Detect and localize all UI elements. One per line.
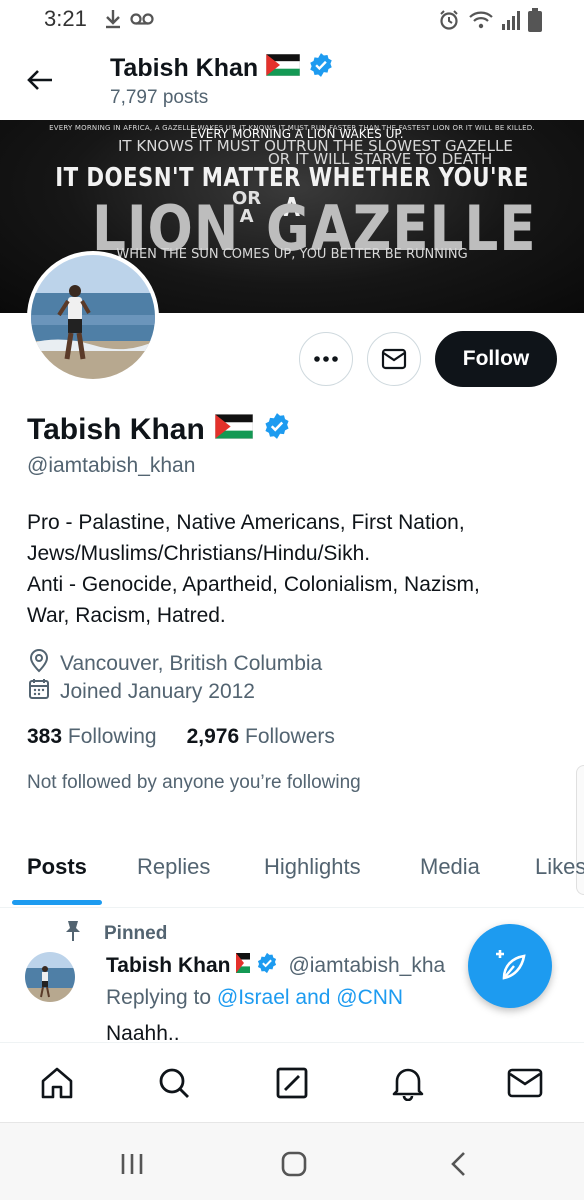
signal-icon (502, 10, 520, 35)
download-icon (104, 8, 122, 35)
profile-avatar[interactable] (27, 251, 159, 383)
header-name: Tabish Khan (110, 54, 259, 82)
following-label: Following (67, 725, 157, 748)
bio-line: War, Racism, Hatred. (27, 604, 226, 627)
profile-joined: Joined January 2012 (28, 678, 255, 706)
verified-icon (308, 52, 334, 85)
header-title: Tabish Khan (110, 52, 334, 85)
profile-display-name: Tabish Khan (27, 413, 205, 446)
banner-word-or-a: OR A (232, 190, 261, 226)
profile-bio: Pro - Palastine, Native Americans, First… (27, 507, 567, 631)
nav-home-button[interactable] (37, 1063, 77, 1103)
tab-media[interactable]: Media (420, 854, 480, 880)
pin-icon (64, 920, 82, 948)
back-system-icon (451, 1152, 465, 1176)
grok-icon (276, 1067, 308, 1099)
compose-feather-icon (496, 950, 526, 980)
bio-line: Pro - Palastine, Native Americans, First… (27, 511, 465, 534)
more-options-button[interactable] (299, 332, 353, 386)
location-text: Vancouver, British Columbia (60, 652, 323, 675)
profile-stats: 383 Following 2,976 Followers (27, 725, 335, 749)
palestine-flag-icon (214, 413, 254, 447)
tab-likes[interactable]: Likes (535, 854, 584, 880)
wifi-icon (468, 9, 494, 36)
envelope-icon (381, 348, 407, 370)
tab-posts[interactable]: Posts (27, 854, 87, 880)
following-link[interactable]: 383 Following (27, 725, 157, 749)
message-button[interactable] (367, 332, 421, 386)
home-icon (41, 1067, 73, 1099)
bio-line: Jews/Muslims/Christians/Hindu/Sikh. (27, 542, 371, 565)
pinned-indicator: Pinned (64, 920, 167, 948)
reply-context: Replying to @Israel and @CNN (106, 986, 403, 1010)
follow-button[interactable]: Follow (435, 331, 557, 387)
joined-text: Joined January 2012 (60, 680, 255, 703)
following-count: 383 (27, 725, 63, 748)
profile-name: Tabish Khan (27, 412, 291, 448)
header-posts-count: 7,797 posts (110, 87, 209, 108)
recent-apps-button[interactable] (117, 1149, 147, 1179)
pinned-label: Pinned (104, 923, 168, 944)
back-button[interactable] (24, 64, 56, 96)
alarm-icon (438, 9, 460, 36)
recent-apps-icon (121, 1154, 143, 1174)
calendar-icon (28, 678, 50, 706)
reply-prefix: Replying to (106, 986, 212, 1009)
followers-label: Followers (245, 725, 335, 748)
status-bar: 3:21 (0, 0, 584, 40)
tab-replies[interactable]: Replies (137, 854, 210, 880)
banner-word-a: A (239, 206, 254, 227)
followers-link[interactable]: 2,976 Followers (187, 725, 335, 749)
post-text[interactable]: Naahh.. (106, 1022, 180, 1042)
messages-icon (507, 1068, 543, 1098)
back-system-button[interactable] (443, 1149, 473, 1179)
nav-search-button[interactable] (154, 1063, 194, 1103)
voicemail-icon (130, 12, 154, 31)
arrow-left-icon (27, 70, 52, 90)
palestine-flag-icon (236, 953, 251, 979)
palestine-flag-icon (265, 53, 301, 83)
reply-mentions[interactable]: @Israel and @CNN (217, 986, 403, 1009)
system-navigation-bar (0, 1122, 584, 1200)
verified-icon (256, 952, 278, 980)
location-pin-icon (28, 649, 50, 679)
home-system-button[interactable] (279, 1149, 309, 1179)
followers-count: 2,976 (186, 725, 240, 748)
verified-icon[interactable] (263, 412, 291, 448)
battery-icon (528, 8, 542, 37)
active-tab-indicator (12, 900, 102, 905)
post-author-avatar[interactable] (25, 952, 75, 1002)
nav-notifications-button[interactable] (388, 1063, 428, 1103)
profile-tabs: Posts Replies Highlights Media Likes (0, 840, 584, 908)
profile-handle: @iamtabish_khan (27, 454, 196, 477)
home-system-icon (281, 1151, 307, 1177)
more-icon (314, 356, 338, 362)
search-icon (159, 1068, 189, 1098)
bottom-navigation (0, 1042, 584, 1122)
post-author-name[interactable]: Tabish Khan (106, 954, 230, 978)
bio-line: Anti - Genocide, Apartheid, Colonialism,… (27, 573, 480, 596)
tab-highlights[interactable]: Highlights (264, 854, 361, 880)
not-followed-notice: Not followed by anyone you’re following (27, 772, 361, 793)
compose-post-button[interactable] (468, 924, 552, 1008)
profile-location: Vancouver, British Columbia (28, 649, 322, 679)
post-author-handle[interactable]: @iamtabish_kha (288, 954, 445, 978)
nav-grok-button[interactable] (272, 1063, 312, 1103)
notifications-icon (392, 1068, 424, 1101)
nav-messages-button[interactable] (505, 1063, 545, 1103)
post-header: Tabish Khan @iamtabish_kha (106, 952, 445, 980)
status-time: 3:21 (44, 6, 87, 31)
